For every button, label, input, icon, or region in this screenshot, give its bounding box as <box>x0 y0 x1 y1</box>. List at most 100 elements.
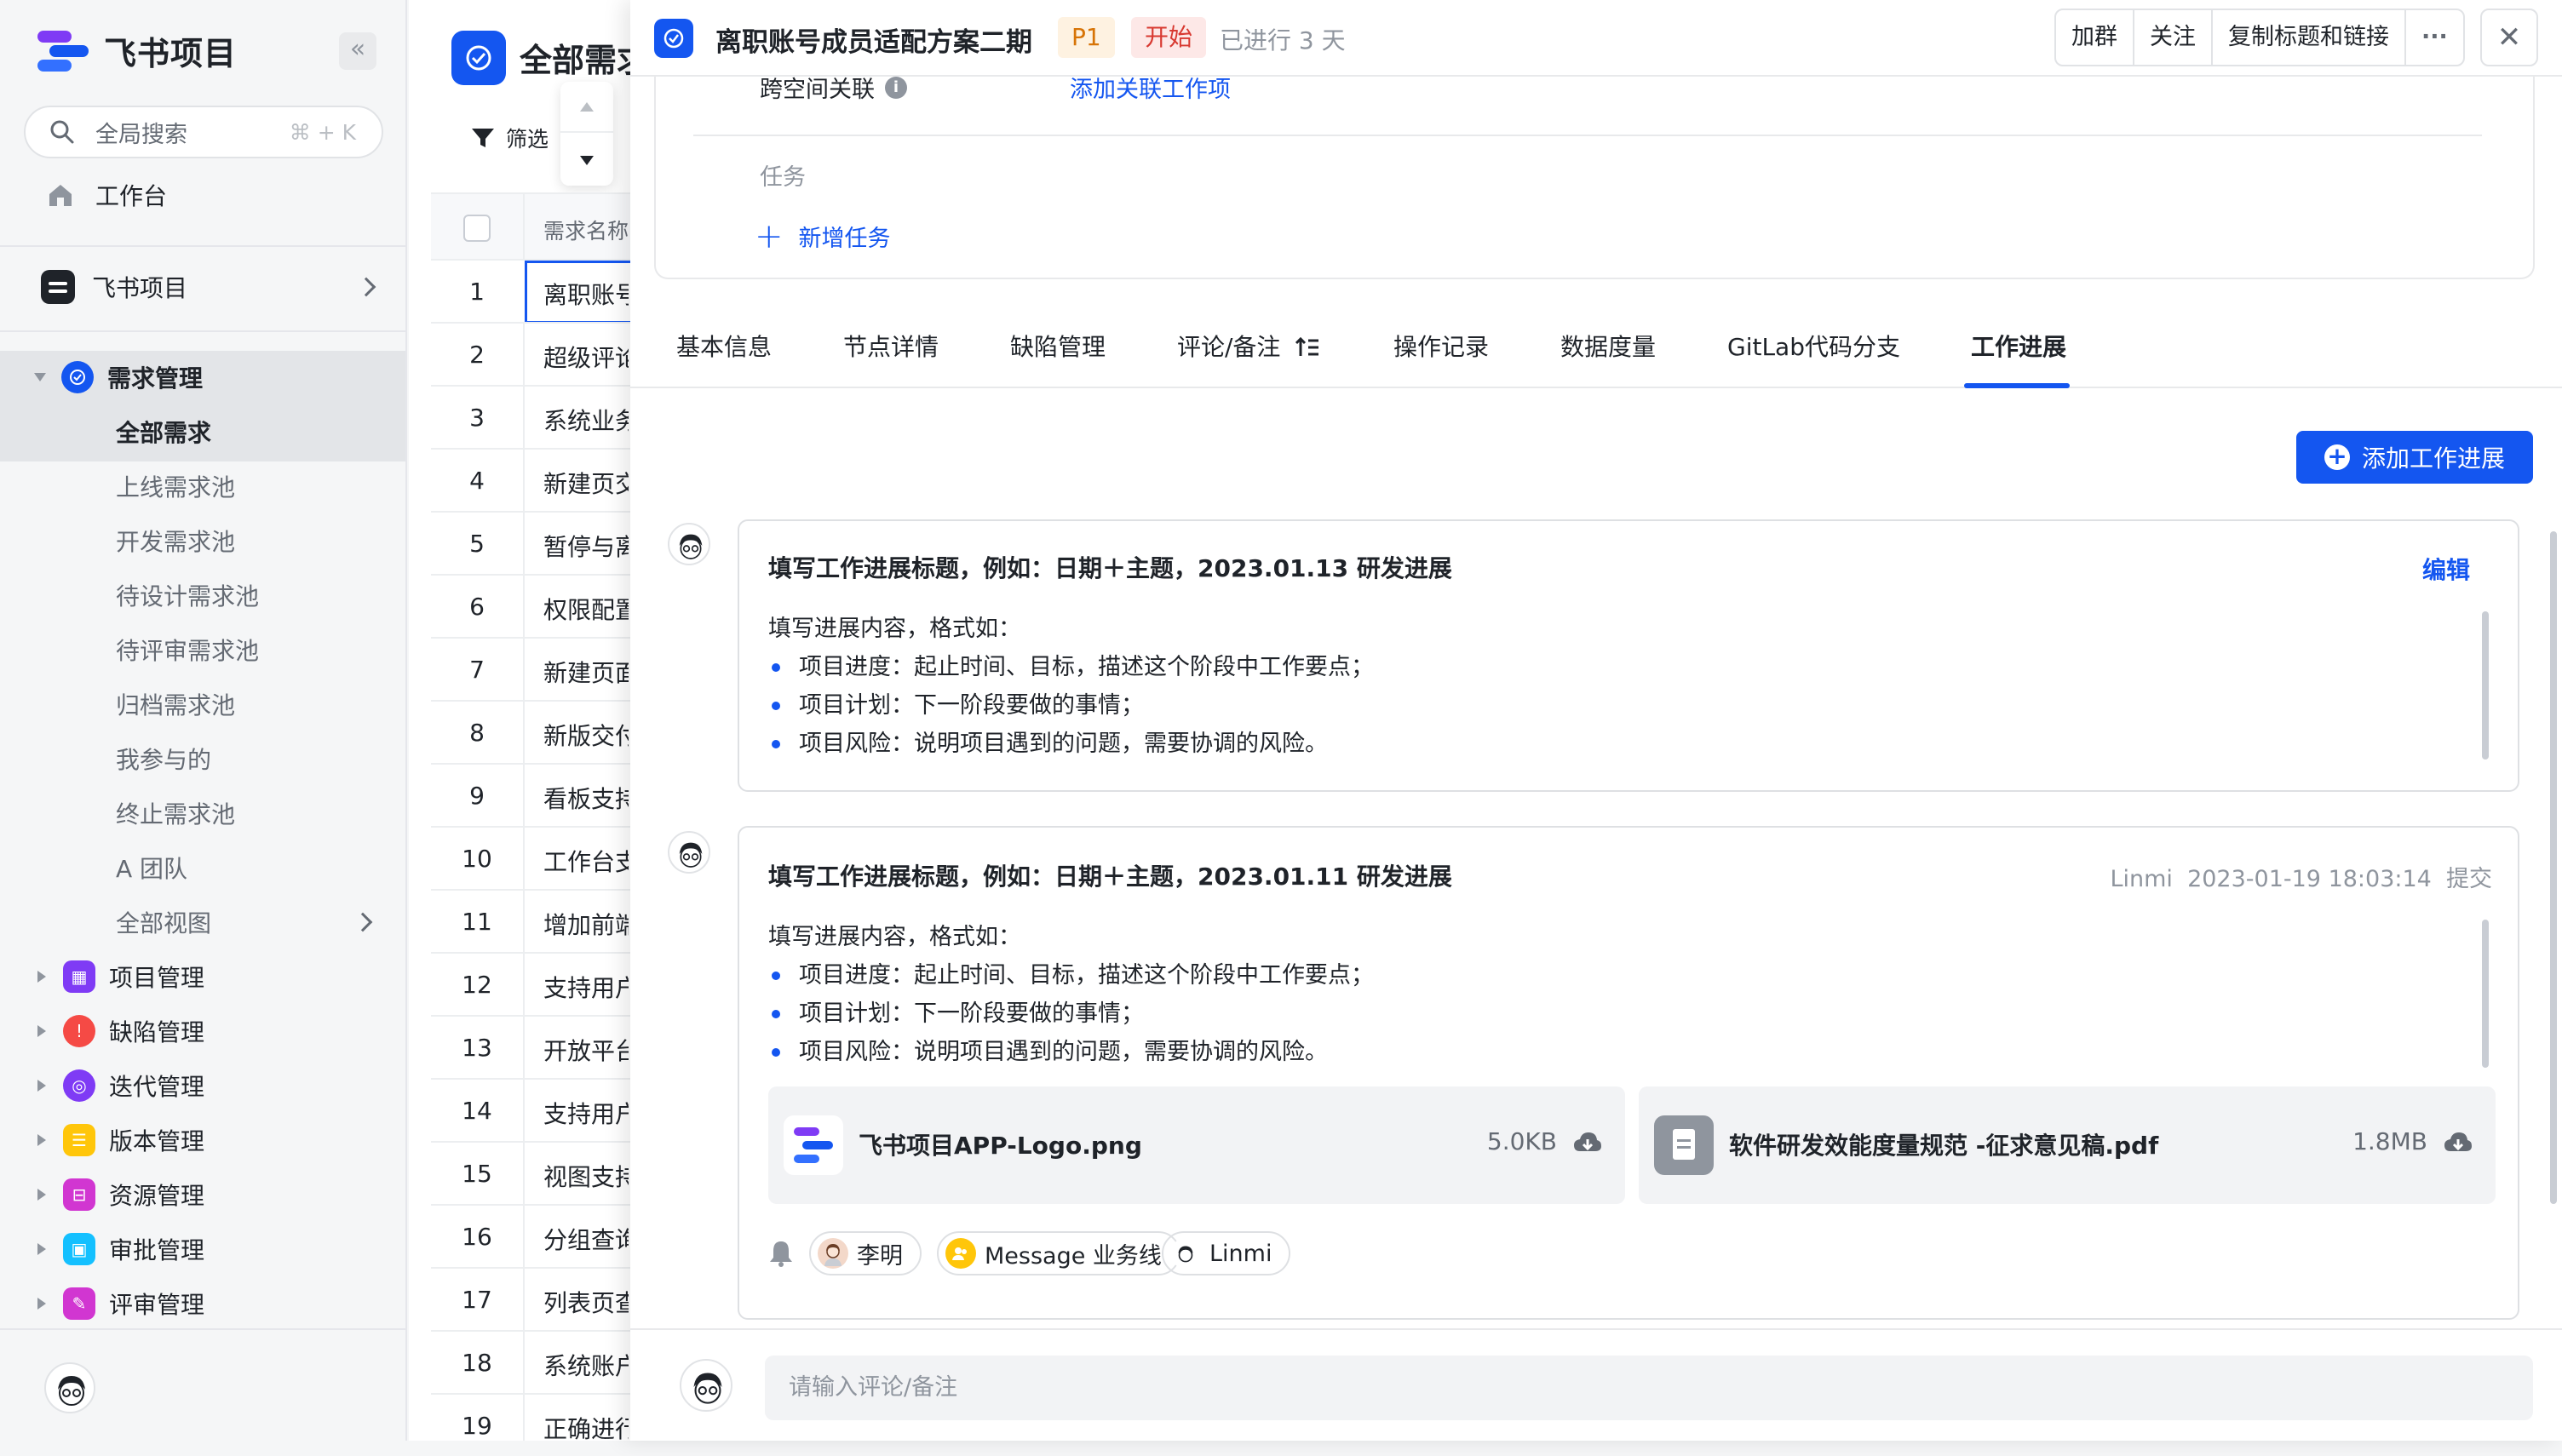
sidebar-item-workbench[interactable]: 工作台 <box>0 169 405 221</box>
requirement-name[interactable]: 工作台支 <box>543 844 629 878</box>
work-item-title[interactable]: 离职账号成员适配方案二期 <box>715 20 1032 59</box>
requirement-name[interactable]: 超级评论 <box>543 340 629 374</box>
attachment-file[interactable]: 飞书项目APP-Logo.png 5.0KB <box>768 1086 1625 1204</box>
tab-comments[interactable]: 评论/备注 <box>1177 329 1280 363</box>
sidebar-sub-item[interactable]: 开发需求池 <box>0 514 405 567</box>
table-row[interactable]: 11 增加前端 <box>431 889 630 952</box>
table-row[interactable]: 10 工作台支 <box>431 826 630 889</box>
follow-button[interactable]: 关注 <box>2134 9 2213 66</box>
table-row[interactable]: 16 分组查询 <box>431 1204 630 1267</box>
user-avatar[interactable] <box>44 1362 95 1413</box>
mention-chip[interactable]: Message 业务线 <box>937 1231 1180 1275</box>
close-icon[interactable]: ✕ <box>2480 9 2538 66</box>
sidebar-sub-item[interactable]: 终止需求池 <box>0 787 405 840</box>
requirement-name[interactable]: 新版交付 <box>543 718 629 752</box>
attachment-file[interactable]: 软件研发效能度量规范 -征求意见稿.pdf 1.8MB <box>1639 1086 2496 1204</box>
collapse-sidebar-button[interactable]: « <box>339 32 376 70</box>
sidebar-item-requirement[interactable]: 需求管理 <box>0 351 405 404</box>
content-scrollbar[interactable] <box>2482 611 2489 760</box>
table-row[interactable]: 5 暂停与离 <box>431 511 630 574</box>
global-search[interactable]: 全局搜索 ⌘ + K <box>24 106 383 158</box>
requirement-name[interactable]: 视图支持 <box>543 1159 629 1193</box>
tab-work-progress[interactable]: 工作进展 <box>1971 329 2066 363</box>
tab-operation-log[interactable]: 操作记录 <box>1393 329 1489 363</box>
sidebar-item-iteration[interactable]: ◎ 迭代管理 <box>0 1059 405 1112</box>
requirement-name[interactable]: 新建页面 <box>543 655 629 689</box>
prev-row-button[interactable] <box>560 82 613 133</box>
tab-data-metrics[interactable]: 数据度量 <box>1560 329 1656 363</box>
panel-scrollbar[interactable] <box>2550 531 2557 1204</box>
table-row[interactable]: 15 视图支持 <box>431 1141 630 1204</box>
requirement-name[interactable]: 系统业务 <box>543 403 629 437</box>
add-task-button[interactable]: + 新增任务 <box>755 220 891 254</box>
edit-button[interactable]: 编辑 <box>2422 552 2470 586</box>
tab-gitlab-branch[interactable]: GitLab代码分支 <box>1727 329 1900 363</box>
add-related-item-link[interactable]: 添加关联工作项 <box>1070 71 1231 104</box>
select-all-checkbox[interactable] <box>463 215 491 242</box>
table-row[interactable]: 12 支持用户 <box>431 952 630 1015</box>
table-row[interactable]: 4 新建页交 <box>431 448 630 511</box>
table-row[interactable]: 13 开放平台 <box>431 1015 630 1078</box>
cloud-download-icon[interactable] <box>2443 1129 2473 1156</box>
table-row[interactable]: 7 新建页面 <box>431 637 630 700</box>
content-scrollbar[interactable] <box>2482 920 2489 1068</box>
sidebar-item-bug[interactable]: ! 缺陷管理 <box>0 1005 405 1058</box>
tab-node-details[interactable]: 节点详情 <box>843 329 939 363</box>
sidebar-sub-item[interactable]: 我参与的 <box>0 732 405 785</box>
requirement-name[interactable]: 看板支持 <box>543 781 629 815</box>
requirement-name[interactable]: 列表页查 <box>543 1285 629 1319</box>
requirement-name[interactable]: 权限配置 <box>543 592 629 626</box>
filter-button[interactable]: 筛选 <box>470 123 549 153</box>
copy-title-link-button[interactable]: 复制标题和链接 <box>2213 9 2406 66</box>
sort-icon[interactable] <box>1295 335 1320 359</box>
cloud-download-icon[interactable] <box>1572 1129 1603 1156</box>
author-avatar[interactable] <box>668 831 710 874</box>
requirement-name[interactable]: 开放平台 <box>543 1033 629 1067</box>
table-row[interactable]: 19 正确进行 <box>431 1393 630 1456</box>
table-row[interactable]: 2 超级评论 <box>431 322 630 385</box>
requirement-name[interactable]: 新建页交 <box>543 466 629 500</box>
add-progress-button[interactable]: + 添加工作进展 <box>2296 431 2533 484</box>
sidebar-item-version[interactable]: ☰ 版本管理 <box>0 1114 405 1167</box>
sidebar-sub-all-requirements[interactable]: 全部需求 <box>0 405 405 458</box>
table-row[interactable]: 9 看板支持 <box>431 763 630 826</box>
brand[interactable]: 飞书项目 <box>37 27 237 74</box>
tab-basic-info[interactable]: 基本信息 <box>676 329 772 363</box>
requirement-name[interactable]: 增加前端 <box>543 907 629 941</box>
sidebar-sub-item[interactable]: 待设计需求池 <box>0 569 405 622</box>
space-switcher[interactable]: 飞书项目 <box>0 261 405 313</box>
table-row[interactable]: 3 系统业务 <box>431 385 630 448</box>
requirement-name[interactable]: 支持用户 <box>543 1096 629 1130</box>
requirement-name[interactable]: 系统账户 <box>543 1348 629 1382</box>
sidebar-sub-all-views[interactable]: 全部视图 <box>0 896 405 949</box>
author-avatar[interactable] <box>668 523 710 565</box>
table-row[interactable]: 1 离职账号 <box>431 259 634 324</box>
sidebar-sub-item[interactable]: 待评审需求池 <box>0 623 405 676</box>
comment-input[interactable]: 请输入评论/备注 <box>765 1356 2533 1420</box>
sidebar-sub-item[interactable]: A 团队 <box>0 841 405 894</box>
sidebar-sub-item[interactable]: 归档需求池 <box>0 678 405 731</box>
requirement-name[interactable]: 分组查询 <box>543 1222 629 1256</box>
sidebar-item-review[interactable]: ✎ 评审管理 <box>0 1277 405 1330</box>
more-icon[interactable]: ··· <box>2406 9 2463 66</box>
table-row[interactable]: 17 列表页查 <box>431 1267 630 1330</box>
requirement-name[interactable]: 支持用户 <box>543 970 629 1004</box>
table-row[interactable]: 18 系统账户 <box>431 1330 630 1393</box>
mention-chip[interactable]: Linmi <box>1162 1231 1291 1275</box>
requirement-name[interactable]: 正确进行 <box>543 1411 629 1445</box>
join-group-button[interactable]: 加群 <box>2056 9 2134 66</box>
sidebar-item-resource[interactable]: ⊟ 资源管理 <box>0 1168 405 1221</box>
priority-badge[interactable]: P1 <box>1058 17 1115 58</box>
mention-chip[interactable]: 李明 <box>809 1231 922 1275</box>
status-badge[interactable]: 开始 <box>1131 17 1207 58</box>
sidebar-item-approval[interactable]: ▣ 审批管理 <box>0 1223 405 1275</box>
sidebar-sub-item[interactable]: 上线需求池 <box>0 460 405 513</box>
requirement-name[interactable]: 离职账号 <box>543 277 629 311</box>
requirement-name[interactable]: 暂停与离 <box>543 529 629 563</box>
tab-defects[interactable]: 缺陷管理 <box>1010 329 1106 363</box>
table-row[interactable]: 14 支持用户 <box>431 1078 630 1141</box>
table-row[interactable]: 6 权限配置 <box>431 574 630 637</box>
sidebar-item-project[interactable]: ▦ 项目管理 <box>0 950 405 1003</box>
next-row-button[interactable] <box>560 135 613 186</box>
table-row[interactable]: 8 新版交付 <box>431 700 630 763</box>
